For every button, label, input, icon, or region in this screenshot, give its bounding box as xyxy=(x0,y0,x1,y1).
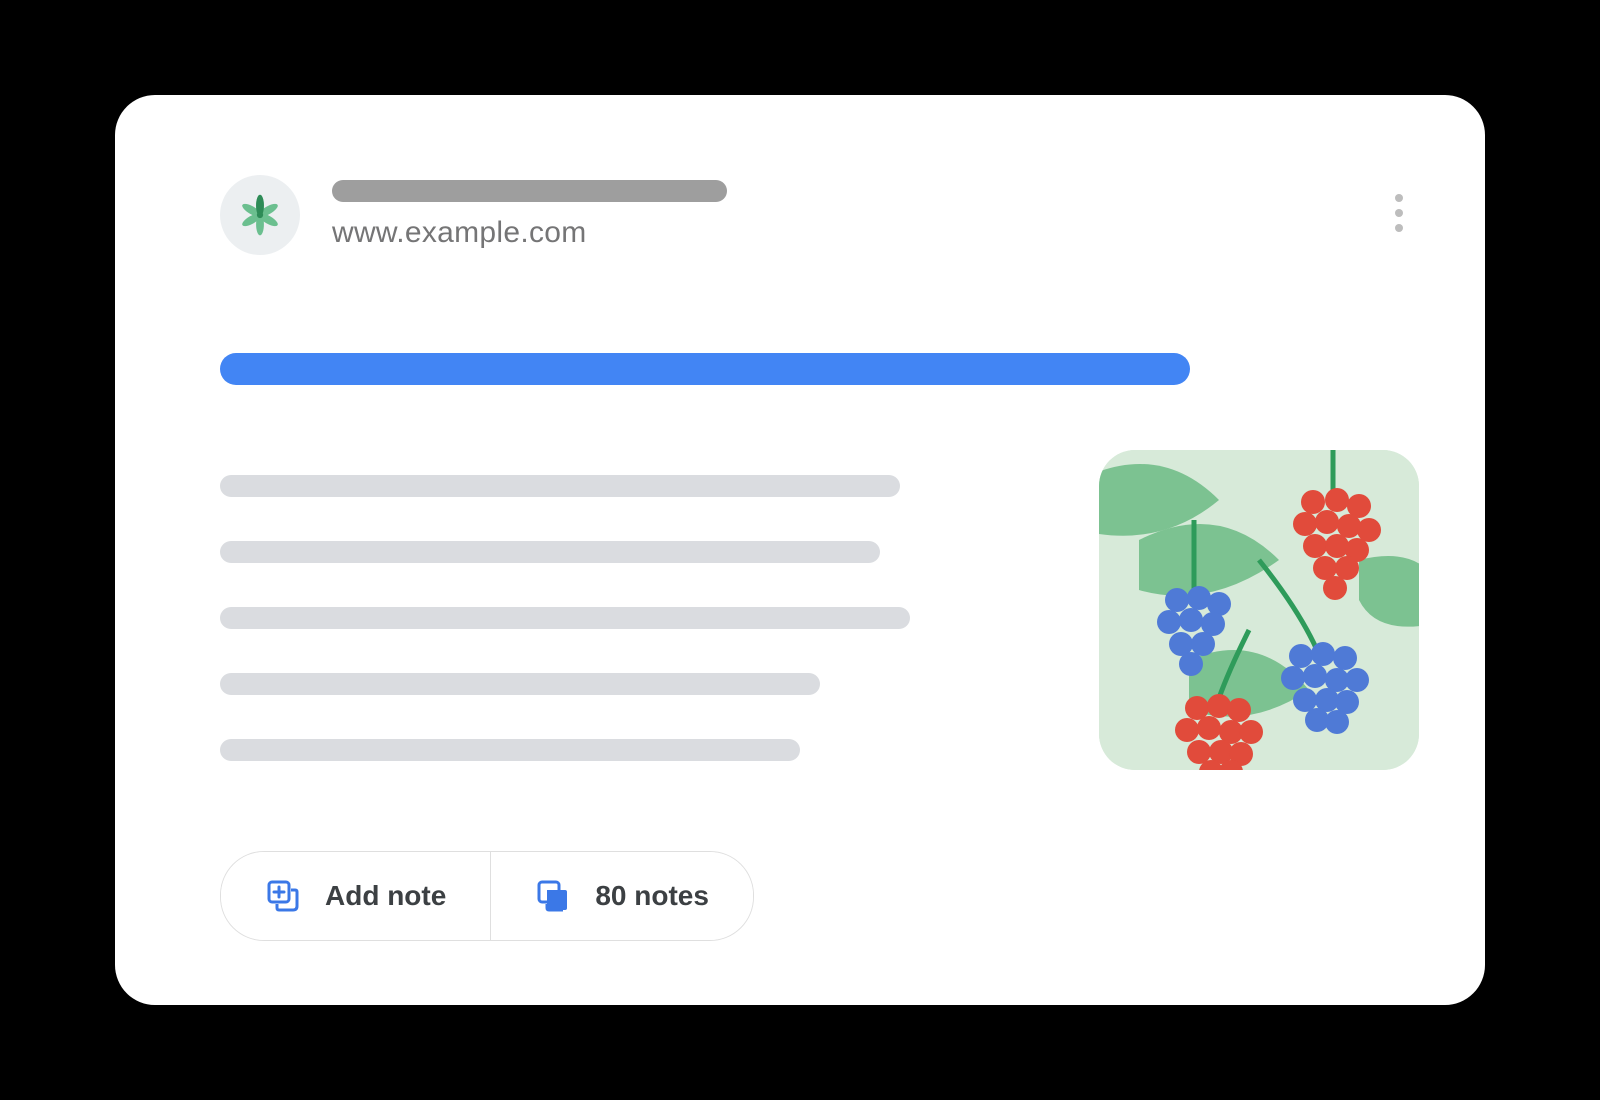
notes-action-bar: Add note 80 notes xyxy=(220,851,754,941)
notes-count-label: 80 notes xyxy=(595,880,709,912)
leaf-icon xyxy=(235,190,285,240)
dot-icon xyxy=(1395,194,1403,202)
description-line xyxy=(220,541,880,563)
description-line xyxy=(220,673,820,695)
add-note-label: Add note xyxy=(325,880,446,912)
view-notes-button[interactable]: 80 notes xyxy=(490,852,753,940)
add-note-button[interactable]: Add note xyxy=(221,852,490,940)
header-text: www.example.com xyxy=(332,180,727,250)
result-header: www.example.com xyxy=(220,175,727,255)
dot-icon xyxy=(1395,209,1403,217)
result-description xyxy=(220,475,940,761)
notes-icon xyxy=(535,878,571,914)
result-title-placeholder[interactable] xyxy=(220,353,1190,385)
description-line xyxy=(220,475,900,497)
more-options-button[interactable] xyxy=(1379,193,1419,233)
berries-icon xyxy=(1099,450,1419,770)
site-favicon xyxy=(220,175,300,255)
search-result-card: www.example.com xyxy=(115,95,1485,1005)
site-name-placeholder xyxy=(332,180,727,202)
add-note-icon xyxy=(265,878,301,914)
site-url: www.example.com xyxy=(332,216,727,250)
result-thumbnail xyxy=(1099,450,1419,770)
description-line xyxy=(220,739,800,761)
dot-icon xyxy=(1395,224,1403,232)
description-line xyxy=(220,607,910,629)
